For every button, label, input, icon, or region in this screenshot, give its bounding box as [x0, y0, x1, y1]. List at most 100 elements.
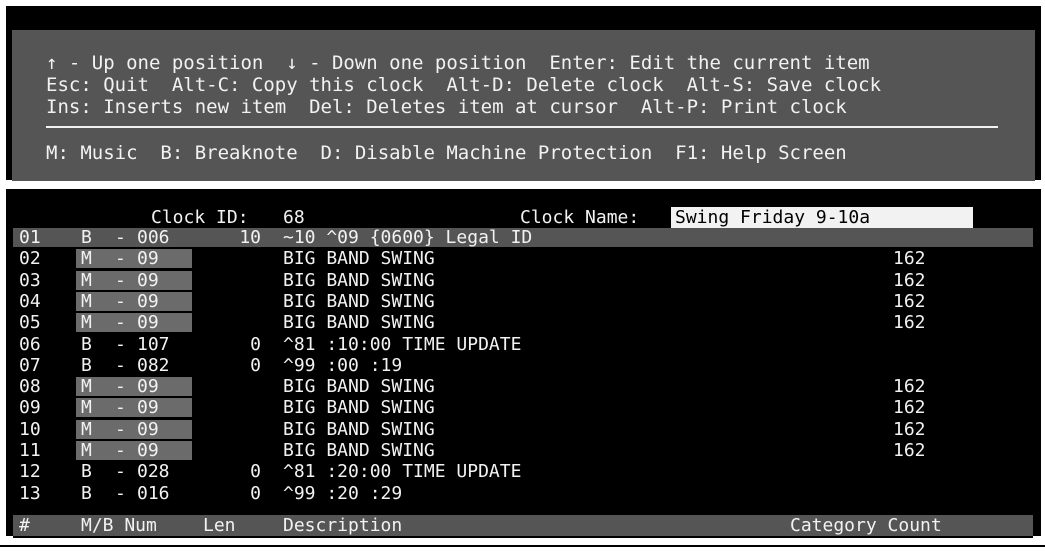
- clock-name-label: Clock Name:: [520, 207, 640, 228]
- row-number: 09: [19, 397, 41, 419]
- row-number: 06: [19, 333, 41, 355]
- clock-grid: Clock ID: 68 Clock Name: Swing Friday 9-…: [13, 207, 1033, 538]
- row-description: ^99 :20 :29: [283, 482, 403, 504]
- table-row[interactable]: 07 B -082 0 ^99 :00 :19: [13, 356, 1033, 375]
- table-row[interactable]: 09 M -09 BIG BAND SWING 162: [13, 397, 1033, 419]
- row-type-highlight: [76, 377, 192, 397]
- table-row[interactable]: 06 B -107 0 ^81 :10:00 TIME UPDATE: [13, 335, 1033, 354]
- row-mb-type: B: [81, 333, 92, 355]
- clock-name-field[interactable]: Swing Friday 9-10a: [671, 207, 973, 228]
- row-type-highlight: [76, 313, 192, 333]
- row-mb-type: M: [81, 269, 92, 291]
- row-type-highlight: [76, 356, 192, 375]
- row-code: 09: [137, 312, 159, 334]
- row-separator: -: [115, 440, 126, 461]
- row-code: 006: [137, 227, 170, 248]
- column-num: #: [19, 515, 30, 536]
- row-length: 10: [239, 227, 261, 248]
- row-type-highlight: [76, 398, 192, 418]
- row-mb-type: M: [81, 290, 92, 312]
- clock-id-value[interactable]: 68: [283, 207, 305, 228]
- row-category-count: 162: [893, 418, 926, 440]
- row-type-highlight: [76, 441, 192, 460]
- help-line-navigation: ↑ - Up one position ↓ - Down one positio…: [46, 52, 870, 74]
- row-separator: -: [115, 248, 126, 270]
- row-category-count: 162: [893, 269, 926, 291]
- row-description: ~10 ^09 {0600} Legal ID: [283, 227, 533, 248]
- table-row[interactable]: 01 B -006 10 ~10 ^09 {0600} Legal ID: [13, 228, 1033, 247]
- row-number: 02: [19, 248, 41, 270]
- row-code: 09: [137, 440, 159, 461]
- row-mb-type: B: [81, 354, 92, 376]
- row-description: BIG BAND SWING: [283, 248, 435, 270]
- row-separator: -: [115, 482, 126, 504]
- row-description: BIG BAND SWING: [283, 376, 435, 398]
- row-category-count: 162: [893, 397, 926, 419]
- row-mb-type: M: [81, 312, 92, 334]
- row-type-highlight: [76, 291, 192, 311]
- help-divider: [46, 126, 998, 128]
- table-row[interactable]: 05 M -09 BIG BAND SWING 162: [13, 312, 1033, 334]
- row-description: BIG BAND SWING: [283, 290, 435, 312]
- row-number: 10: [19, 418, 41, 440]
- row-category-count: 162: [893, 290, 926, 312]
- row-mb-type: B: [81, 482, 92, 504]
- row-category-count: 162: [893, 248, 926, 270]
- table-row[interactable]: 04 M -09 BIG BAND SWING 162: [13, 290, 1033, 312]
- row-separator: -: [115, 290, 126, 312]
- column-description: Description: [283, 515, 403, 536]
- table-row[interactable]: 13 B -016 0 ^99 :20 :29: [13, 484, 1033, 503]
- row-type-highlight: [76, 270, 192, 290]
- row-description: ^99 :00 :19: [283, 354, 403, 376]
- row-mb-type: M: [81, 397, 92, 419]
- row-type-highlight: [76, 335, 192, 354]
- row-mb-type: M: [81, 376, 92, 398]
- clock-id-label: Clock ID:: [151, 207, 249, 228]
- row-mb-type: B: [81, 461, 92, 483]
- column-category-count: Category Count: [790, 515, 942, 536]
- row-mb-type: M: [81, 440, 92, 461]
- clock-header: Clock ID: 68 Clock Name: Swing Friday 9-…: [13, 207, 1033, 228]
- row-separator: -: [115, 227, 126, 248]
- table-row[interactable]: 11 M -09 BIG BAND SWING 162: [13, 441, 1033, 460]
- row-code: 107: [137, 333, 170, 355]
- row-description: BIG BAND SWING: [283, 312, 435, 334]
- row-number: 08: [19, 376, 41, 398]
- column-header-bar: # M/B Num Len Description Category Count: [13, 515, 1033, 536]
- help-line-item-actions: Ins: Inserts new item Del: Deletes item …: [46, 96, 847, 118]
- row-code: 09: [137, 290, 159, 312]
- table-row[interactable]: 10 M -09 BIG BAND SWING 162: [13, 418, 1033, 440]
- row-number: 03: [19, 269, 41, 291]
- row-code: 082: [137, 354, 170, 376]
- row-separator: -: [115, 333, 126, 355]
- row-number: 04: [19, 290, 41, 312]
- column-mb-num: M/B Num: [81, 515, 157, 536]
- row-mb-type: M: [81, 418, 92, 440]
- row-description: BIG BAND SWING: [283, 397, 435, 419]
- table-row[interactable]: 03 M -09 BIG BAND SWING 162: [13, 269, 1033, 291]
- row-type-highlight: [76, 249, 192, 269]
- row-description: ^81 :20:00 TIME UPDATE: [283, 461, 522, 483]
- table-row[interactable]: 08 M -09 BIG BAND SWING 162: [13, 376, 1033, 398]
- table-row[interactable]: 02 M -09 BIG BAND SWING 162: [13, 248, 1033, 270]
- row-separator: -: [115, 354, 126, 376]
- row-category-count: 162: [893, 376, 926, 398]
- row-separator: -: [115, 269, 126, 291]
- row-code: 09: [137, 269, 159, 291]
- column-len: Len: [203, 515, 236, 536]
- row-length: 0: [250, 461, 261, 483]
- row-number: 05: [19, 312, 41, 334]
- row-description: BIG BAND SWING: [283, 440, 435, 461]
- table-row[interactable]: 12 B -028 0 ^81 :20:00 TIME UPDATE: [13, 462, 1033, 481]
- row-number: 12: [19, 461, 41, 483]
- row-number: 13: [19, 482, 41, 504]
- row-type-highlight: [76, 419, 192, 439]
- row-code: 028: [137, 461, 170, 483]
- row-mb-type: M: [81, 248, 92, 270]
- row-length: 0: [250, 333, 261, 355]
- row-number: 11: [19, 440, 41, 461]
- row-separator: -: [115, 312, 126, 334]
- row-length: 0: [250, 354, 261, 376]
- row-separator: -: [115, 418, 126, 440]
- row-code: 09: [137, 248, 159, 270]
